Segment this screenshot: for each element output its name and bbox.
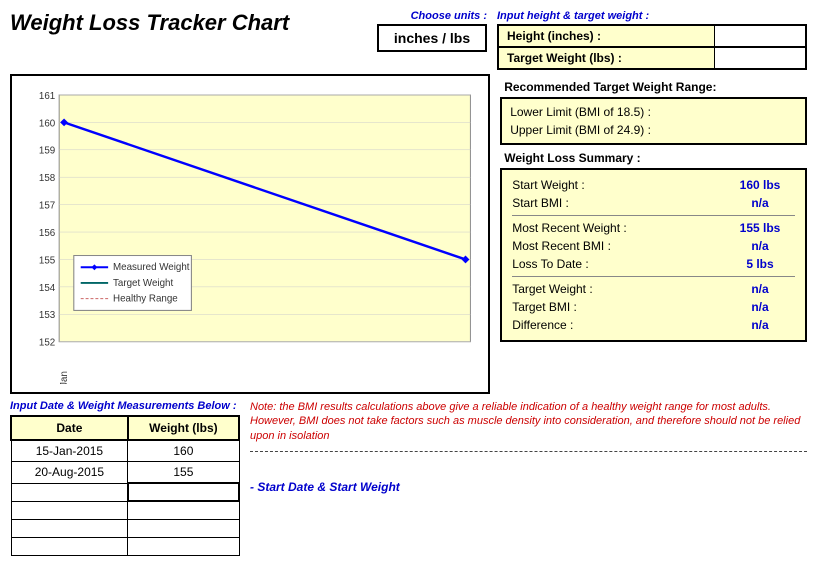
loss-label: Loss To Date :	[512, 257, 589, 271]
weight-cell[interactable]	[128, 537, 239, 555]
lower-limit-label: Lower Limit (BMI of 18.5) :	[510, 105, 651, 119]
units-label: Choose units :	[377, 10, 487, 22]
page-title: Weight Loss Tracker Chart	[10, 10, 367, 36]
input-section-header: Input Date & Weight Measurements Below :	[10, 400, 240, 412]
recent-weight-label: Most Recent Weight :	[512, 221, 627, 235]
start-hint: - Start Date & Start Weight	[250, 458, 807, 494]
diff-label: Difference :	[512, 318, 573, 332]
weight-header: Weight (lbs)	[128, 416, 239, 440]
legend-measured: Measured Weight	[113, 262, 190, 273]
height-row: Height (inches) :	[497, 24, 807, 48]
height-target-header: Input height & target weight :	[497, 10, 807, 22]
ytick: 160	[39, 118, 56, 129]
weight-cell[interactable]: 155	[128, 462, 239, 484]
xtick: 1-Jan	[59, 371, 70, 384]
target-weight-label: Target Weight (lbs) :	[499, 48, 715, 68]
recommended-box: Lower Limit (BMI of 18.5) : Upper Limit …	[500, 97, 807, 145]
height-label: Height (inches) :	[499, 26, 715, 46]
start-weight-value: 160 lbs	[725, 178, 795, 192]
start-weight-label: Start Weight :	[512, 178, 584, 192]
weight-cell[interactable]	[128, 501, 239, 519]
table-row[interactable]	[11, 537, 239, 555]
start-bmi-label: Start BMI :	[512, 196, 569, 210]
weight-cell[interactable]	[128, 483, 239, 501]
ytick: 156	[39, 228, 56, 239]
date-cell[interactable]: 15-Jan-2015	[11, 440, 128, 462]
chart-container: 161 160 159 158 157 156 155 154 153 152 …	[10, 74, 490, 394]
lower-limit-value	[727, 105, 797, 119]
table-row[interactable]	[11, 483, 239, 501]
target-weight-s-value: n/a	[725, 282, 795, 296]
legend-healthy: Healthy Range	[113, 294, 178, 305]
bmi-note: Note: the BMI results calculations above…	[250, 400, 807, 443]
measurements-table: Date Weight (lbs) 15-Jan-2015160 20-Aug-…	[10, 415, 240, 556]
table-row[interactable]: 20-Aug-2015155	[11, 462, 239, 484]
upper-limit-label: Upper Limit (BMI of 24.9) :	[510, 123, 651, 137]
recent-bmi-value: n/a	[725, 239, 795, 253]
target-bmi-value: n/a	[725, 300, 795, 314]
recent-weight-value: 155 lbs	[725, 221, 795, 235]
ytick: 159	[39, 146, 55, 157]
start-bmi-value: n/a	[725, 196, 795, 210]
target-weight-row: Target Weight (lbs) :	[497, 48, 807, 70]
weight-cell[interactable]	[128, 519, 239, 537]
table-row[interactable]	[11, 501, 239, 519]
date-cell[interactable]: 20-Aug-2015	[11, 462, 128, 484]
target-weight-s-label: Target Weight :	[512, 282, 592, 296]
date-header: Date	[11, 416, 128, 440]
upper-limit-value	[727, 123, 797, 137]
date-cell[interactable]	[11, 537, 128, 555]
recommended-header: Recommended Target Weight Range:	[500, 74, 807, 97]
summary-header: Weight Loss Summary :	[500, 145, 807, 168]
height-input[interactable]	[715, 26, 805, 46]
table-row[interactable]	[11, 519, 239, 537]
table-row[interactable]: 15-Jan-2015160	[11, 440, 239, 462]
ytick: 155	[39, 255, 56, 266]
divider	[250, 451, 807, 452]
date-cell[interactable]	[11, 519, 128, 537]
ytick: 161	[39, 91, 55, 102]
ytick: 157	[39, 201, 55, 212]
weight-cell[interactable]: 160	[128, 440, 239, 462]
legend-target: Target Weight	[113, 278, 173, 289]
ytick: 153	[39, 310, 56, 321]
date-cell[interactable]	[11, 483, 128, 501]
date-cell[interactable]	[11, 501, 128, 519]
summary-box: Start Weight : 160 lbs Start BMI : n/a Mos…	[500, 168, 807, 342]
target-bmi-label: Target BMI :	[512, 300, 577, 314]
loss-value: 5 lbs	[725, 257, 795, 271]
ytick: 158	[39, 173, 56, 184]
diff-value: n/a	[725, 318, 795, 332]
line-chart: 161 160 159 158 157 156 155 154 153 152 …	[20, 84, 480, 384]
ytick: 152	[39, 338, 55, 349]
ytick: 154	[39, 283, 56, 294]
recent-bmi-label: Most Recent BMI :	[512, 239, 611, 253]
target-weight-input[interactable]	[715, 48, 805, 68]
units-select[interactable]: inches / lbs	[377, 24, 487, 52]
